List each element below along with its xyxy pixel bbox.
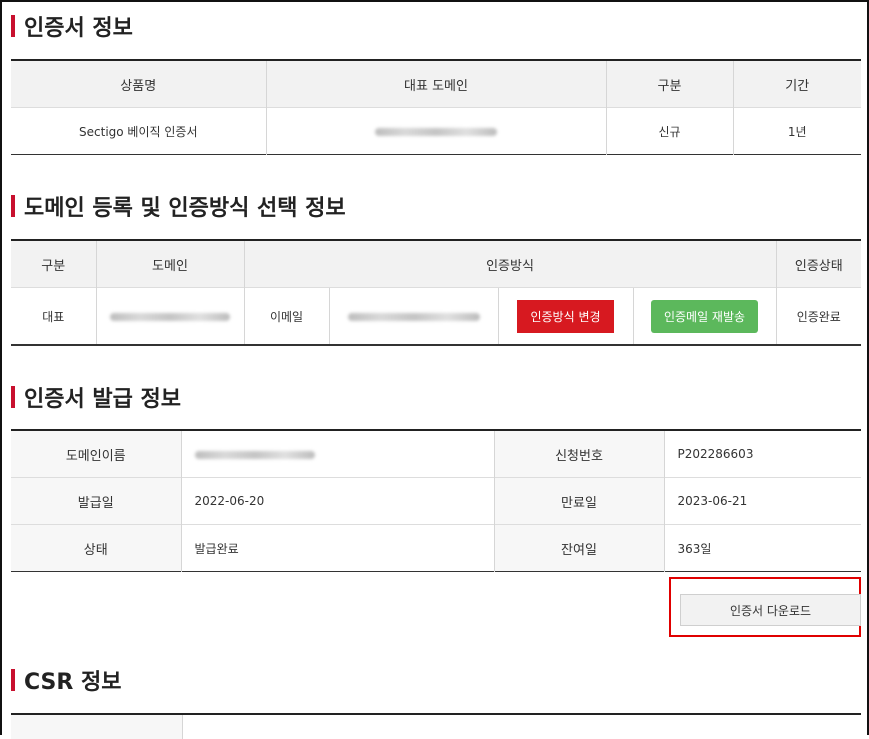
table-row: 대표 이메일 인증방식 변경 인증메일 재발송 인증완료 bbox=[11, 287, 862, 345]
label-application-no: 신청번호 bbox=[493, 429, 664, 478]
label-domain-name: 도메인이름 bbox=[11, 429, 181, 478]
section-title-csr-info: CSR 정보 bbox=[11, 665, 121, 695]
header-main-domain: 대표 도메인 bbox=[265, 60, 606, 108]
resend-mail-button[interactable]: 인증메일 재발송 bbox=[650, 299, 759, 333]
header-status: 인증상태 bbox=[775, 240, 862, 288]
header-type: 구분 bbox=[11, 240, 96, 288]
cell-status: 인증완료 bbox=[775, 287, 862, 345]
label-expiry-date: 만료일 bbox=[493, 477, 664, 525]
issue-info-table: 도메인이름 신청번호 P202286603 발급일 2022-06-20 만료일… bbox=[11, 429, 861, 572]
cell-main-domain bbox=[265, 107, 606, 155]
cell-product: Sectigo 베이직 인증서 bbox=[11, 107, 266, 155]
cert-info-title: 인증서 정보 bbox=[24, 16, 133, 41]
table-row: 도메인이름 신청번호 P202286603 bbox=[11, 429, 861, 478]
label-status: 상태 bbox=[11, 524, 181, 572]
cell-period: 1년 bbox=[732, 107, 861, 155]
label-issue-date: 발급일 bbox=[11, 477, 181, 525]
section-title-domain-info: 도메인 등록 및 인증방식 선택 정보 bbox=[11, 191, 346, 221]
header-domain: 도메인 bbox=[95, 240, 244, 288]
section-title-cert-info: 인증서 정보 bbox=[11, 11, 133, 41]
title-accent-bar bbox=[11, 669, 15, 691]
table-header-row: 구분 도메인 인증방식 인증상태 bbox=[11, 240, 862, 288]
value-domain-name bbox=[180, 429, 494, 478]
domain-info-title: 도메인 등록 및 인증방식 선택 정보 bbox=[24, 196, 346, 221]
title-accent-bar bbox=[11, 386, 15, 408]
header-period: 기간 bbox=[732, 60, 861, 108]
table-row: Sectigo 베이직 인증서 신규 1년 bbox=[11, 107, 861, 155]
csr-label-cell bbox=[11, 714, 183, 739]
table-header-row: 상품명 대표 도메인 구분 기간 bbox=[11, 60, 861, 108]
value-application-no: P202286603 bbox=[663, 429, 861, 478]
redacted-domain bbox=[194, 450, 315, 459]
header-method: 인증방식 bbox=[243, 240, 777, 288]
title-accent-bar bbox=[11, 15, 15, 37]
csr-info-title: CSR 정보 bbox=[24, 670, 122, 695]
change-method-button[interactable]: 인증방식 변경 bbox=[517, 299, 614, 333]
csr-value-cell bbox=[182, 714, 861, 739]
header-product: 상품명 bbox=[11, 60, 266, 108]
domain-info-table: 구분 도메인 인증방식 인증상태 대표 이메일 인증방식 변경 인증메일 재발송… bbox=[11, 239, 862, 346]
cell-change-method: 인증방식 변경 bbox=[497, 287, 633, 345]
issue-info-title: 인증서 발급 정보 bbox=[24, 387, 181, 412]
label-remaining-days: 잔여일 bbox=[493, 524, 664, 572]
value-issue-date: 2022-06-20 bbox=[180, 477, 494, 525]
value-status: 발급완료 bbox=[180, 524, 494, 572]
redacted-email bbox=[347, 312, 480, 321]
cell-resend-mail: 인증메일 재발송 bbox=[632, 287, 777, 345]
cell-email bbox=[328, 287, 498, 345]
cell-domain bbox=[95, 287, 244, 345]
redacted-domain bbox=[375, 127, 497, 136]
cert-info-table: 상품명 대표 도메인 구분 기간 Sectigo 베이직 인증서 신규 1년 bbox=[11, 59, 861, 155]
title-accent-bar bbox=[11, 195, 15, 217]
download-certificate-button[interactable]: 인증서 다운로드 bbox=[680, 594, 861, 626]
cell-type: 신규 bbox=[605, 107, 733, 155]
redacted-domain bbox=[110, 312, 230, 321]
cell-method: 이메일 bbox=[243, 287, 329, 345]
download-highlight-box: 인증서 다운로드 bbox=[669, 577, 861, 637]
header-type: 구분 bbox=[605, 60, 733, 108]
table-row bbox=[11, 714, 861, 739]
section-title-issue-info: 인증서 발급 정보 bbox=[11, 382, 181, 412]
value-remaining-days: 363일 bbox=[663, 524, 861, 572]
table-row: 상태 발급완료 잔여일 363일 bbox=[11, 524, 861, 572]
value-expiry-date: 2023-06-21 bbox=[663, 477, 861, 525]
csr-info-table bbox=[11, 713, 861, 739]
cell-type: 대표 bbox=[11, 287, 96, 345]
table-row: 발급일 2022-06-20 만료일 2023-06-21 bbox=[11, 477, 861, 525]
